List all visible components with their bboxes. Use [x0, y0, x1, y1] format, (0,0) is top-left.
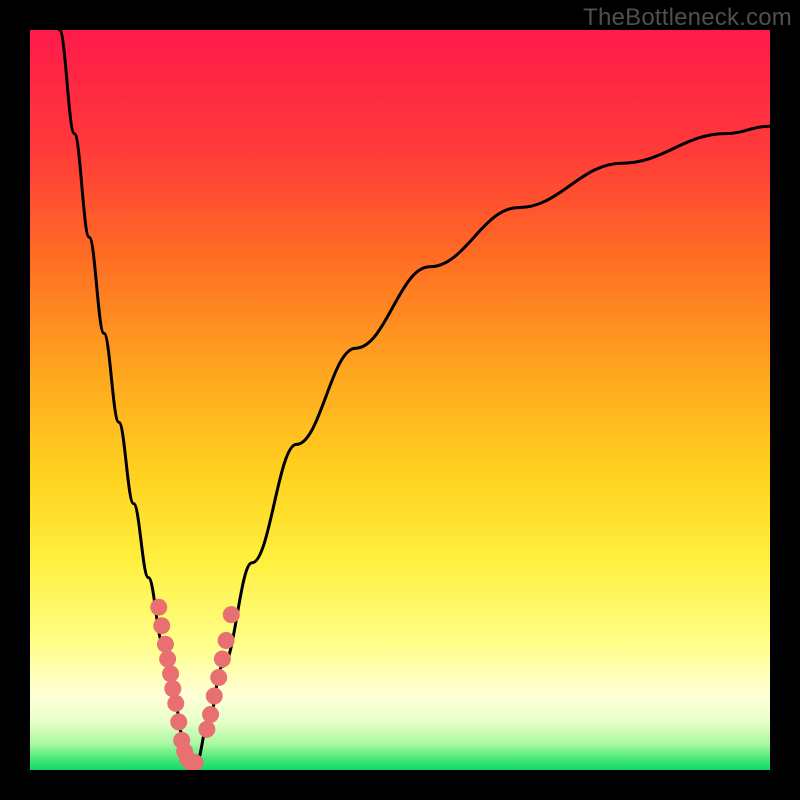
data-point	[210, 669, 227, 686]
data-point	[164, 680, 181, 697]
measured-points	[150, 599, 240, 770]
data-point	[223, 606, 240, 623]
data-point	[198, 721, 215, 738]
data-point	[150, 599, 167, 616]
data-point	[214, 651, 231, 668]
data-point	[167, 695, 184, 712]
curve-layer	[30, 30, 770, 770]
data-point	[170, 713, 187, 730]
plot-area	[30, 30, 770, 770]
data-point	[157, 636, 174, 653]
data-point	[159, 651, 176, 668]
data-point	[218, 632, 235, 649]
data-point	[202, 706, 219, 723]
bottleneck-curve-right	[197, 126, 771, 762]
data-point	[162, 665, 179, 682]
attribution-text: TheBottleneck.com	[583, 4, 792, 32]
data-point	[206, 688, 223, 705]
chart-stage: TheBottleneck.com	[0, 0, 800, 800]
data-point	[153, 617, 170, 634]
